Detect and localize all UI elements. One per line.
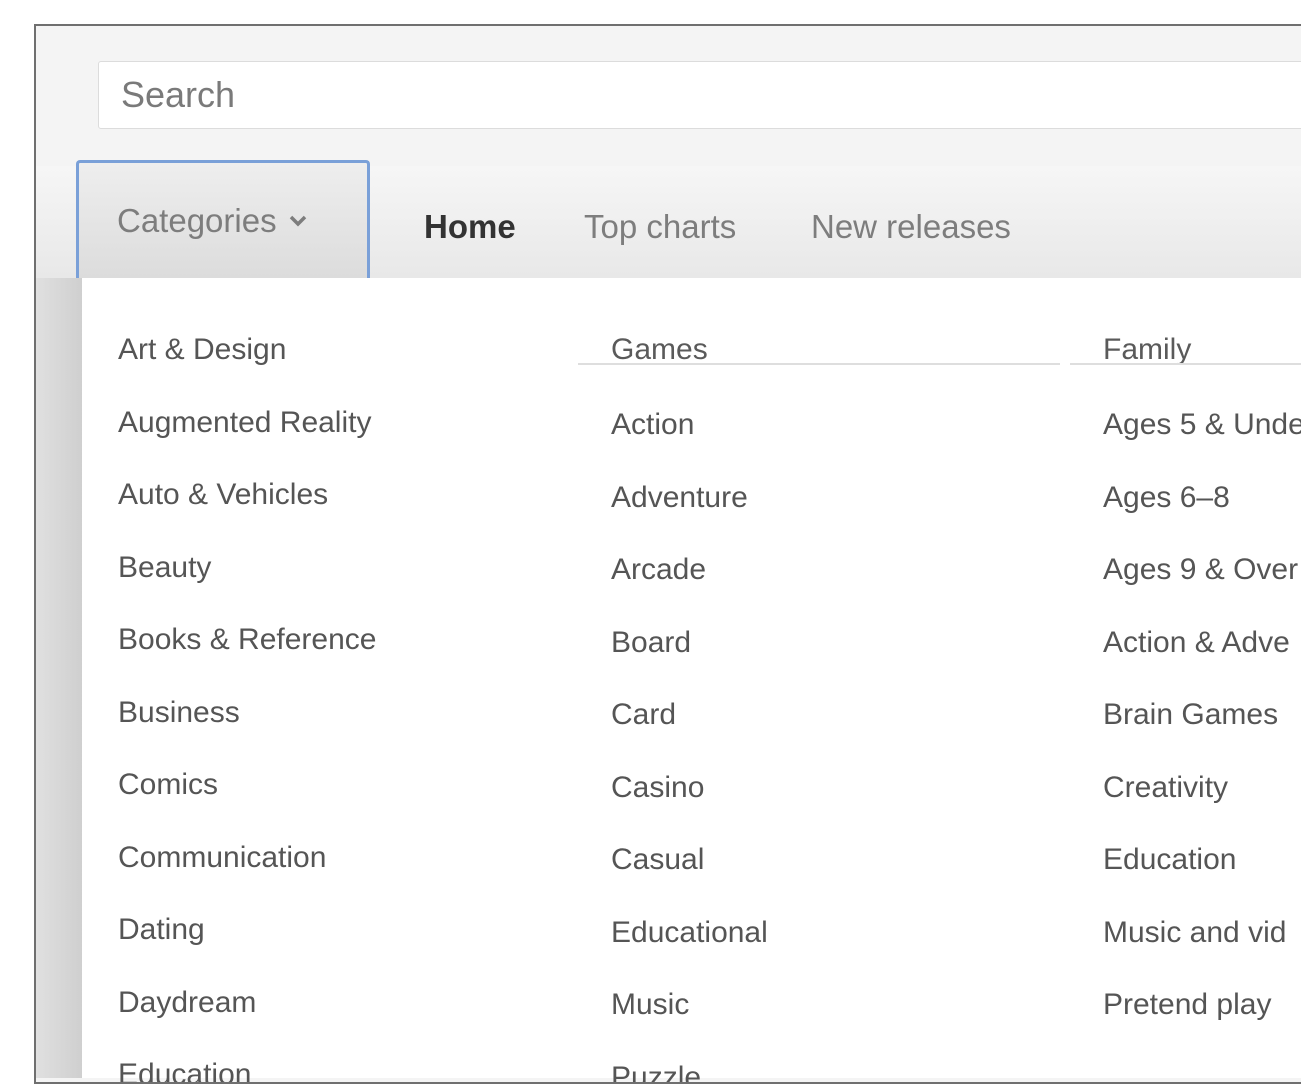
category-item-brain-games[interactable]: Brain Games <box>1103 698 1278 732</box>
category-item-education[interactable]: Education <box>1103 843 1236 877</box>
category-item-music-and-vid[interactable]: Music and vid <box>1103 916 1286 950</box>
category-item-adventure[interactable]: Adventure <box>611 481 748 515</box>
category-item-pretend-play[interactable]: Pretend play <box>1103 988 1271 1022</box>
category-item-arcade[interactable]: Arcade <box>611 553 706 587</box>
category-item-communication[interactable]: Communication <box>118 841 326 875</box>
category-item-puzzle[interactable]: Puzzle <box>611 1061 701 1084</box>
category-item-action-adve[interactable]: Action & Adve <box>1103 626 1290 660</box>
category-item-casino[interactable]: Casino <box>611 771 704 805</box>
category-item-art-design[interactable]: Art & Design <box>118 333 286 367</box>
category-item-education[interactable]: Education <box>118 1058 251 1084</box>
category-item-augmented-reality[interactable]: Augmented Reality <box>118 406 371 440</box>
category-item-ages-5-unde[interactable]: Ages 5 & Unde <box>1103 408 1301 442</box>
tab-top-charts[interactable]: Top charts <box>584 208 736 246</box>
category-item-beauty[interactable]: Beauty <box>118 551 211 585</box>
category-header-games[interactable]: Games <box>611 333 708 367</box>
category-item-casual[interactable]: Casual <box>611 843 704 877</box>
category-item-daydream[interactable]: Daydream <box>118 986 256 1020</box>
search-input[interactable] <box>119 73 1301 117</box>
category-item-comics[interactable]: Comics <box>118 768 218 802</box>
category-item-dating[interactable]: Dating <box>118 913 205 947</box>
navigation-bar: Categories Home Top charts New releases <box>36 166 1301 279</box>
categories-button[interactable]: Categories <box>76 160 370 278</box>
category-item-educational[interactable]: Educational <box>611 916 768 950</box>
tab-new-releases[interactable]: New releases <box>811 208 1011 246</box>
categories-dropdown: Art & Design Augmented Reality Auto & Vehi… <box>82 278 1301 1078</box>
category-item-ages-6-8[interactable]: Ages 6–8 <box>1103 481 1230 515</box>
search-bar[interactable] <box>98 61 1301 129</box>
category-item-business[interactable]: Business <box>118 696 240 730</box>
category-header-family[interactable]: Family <box>1103 333 1191 367</box>
games-header-divider <box>578 363 1060 365</box>
category-item-creativity[interactable]: Creativity <box>1103 771 1228 805</box>
category-item-ages-9-over[interactable]: Ages 9 & Over <box>1103 553 1298 587</box>
category-item-music[interactable]: Music <box>611 988 689 1022</box>
family-header-divider <box>1070 363 1301 365</box>
play-store-window: Categories Home Top charts New releases … <box>34 24 1301 1084</box>
category-item-board[interactable]: Board <box>611 626 691 660</box>
category-item-card[interactable]: Card <box>611 698 676 732</box>
tab-home[interactable]: Home <box>424 208 516 246</box>
category-item-books-reference[interactable]: Books & Reference <box>118 623 376 657</box>
categories-label: Categories <box>117 202 277 240</box>
chevron-down-icon <box>289 214 307 228</box>
category-item-auto-vehicles[interactable]: Auto & Vehicles <box>118 478 328 512</box>
page-background-edge <box>36 278 82 1078</box>
category-item-action[interactable]: Action <box>611 408 694 442</box>
